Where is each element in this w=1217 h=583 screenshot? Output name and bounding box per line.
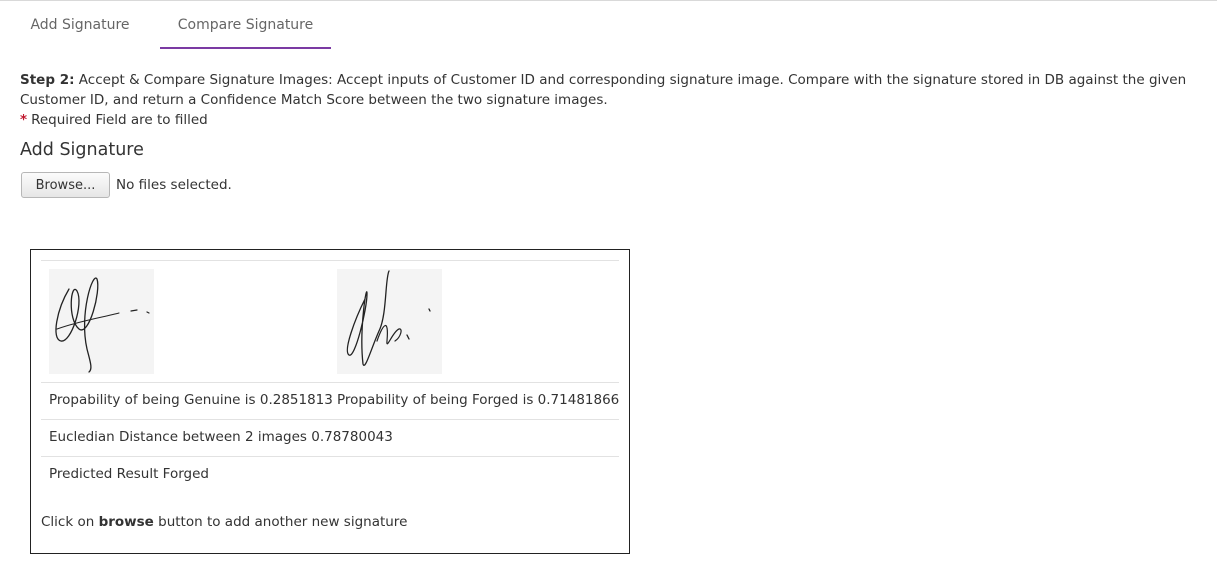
- tab-bar: Add Signature Compare Signature: [0, 1, 1217, 49]
- tab-add-signature[interactable]: Add Signature: [10, 1, 150, 49]
- file-status-text: No files selected.: [116, 177, 232, 193]
- row-divider: [41, 419, 619, 420]
- genuine-probability: Propability of being Genuine is 0.285181…: [49, 392, 333, 408]
- browse-hint-bold: browse: [98, 514, 154, 530]
- signature-stroke-icon: [346, 270, 431, 366]
- step-text: Accept & Compare Signature Images: Accep…: [20, 72, 1187, 108]
- signature-image-reference: [49, 269, 154, 374]
- euclidean-distance: Eucledian Distance between 2 images 0.78…: [49, 429, 393, 445]
- result-panel: Propability of being Genuine is 0.285181…: [30, 249, 630, 554]
- browse-hint-post: button to add another new signature: [153, 514, 408, 530]
- browse-button[interactable]: Browse...: [21, 172, 110, 198]
- predicted-result: Predicted Result Forged: [49, 466, 209, 482]
- signature-stroke-icon: [55, 277, 150, 373]
- required-text: Required Field are to filled: [31, 112, 208, 128]
- browse-hint-pre: Click on: [41, 514, 99, 530]
- forged-probability: Propability of being Forged is 0.7148186…: [337, 392, 620, 408]
- row-divider: [41, 456, 619, 457]
- step-label: Step 2:: [20, 72, 75, 88]
- required-note: * Required Field are to filled: [20, 110, 208, 130]
- add-signature-heading: Add Signature: [20, 140, 144, 160]
- signature-image-uploaded: [337, 269, 442, 374]
- row-divider: [41, 382, 619, 383]
- step-description: Step 2: Accept & Compare Signature Image…: [20, 70, 1210, 110]
- browse-hint: Click on browse button to add another ne…: [41, 513, 407, 531]
- row-divider: [41, 260, 619, 261]
- tab-compare-signature[interactable]: Compare Signature: [160, 1, 331, 49]
- required-star: *: [20, 112, 28, 128]
